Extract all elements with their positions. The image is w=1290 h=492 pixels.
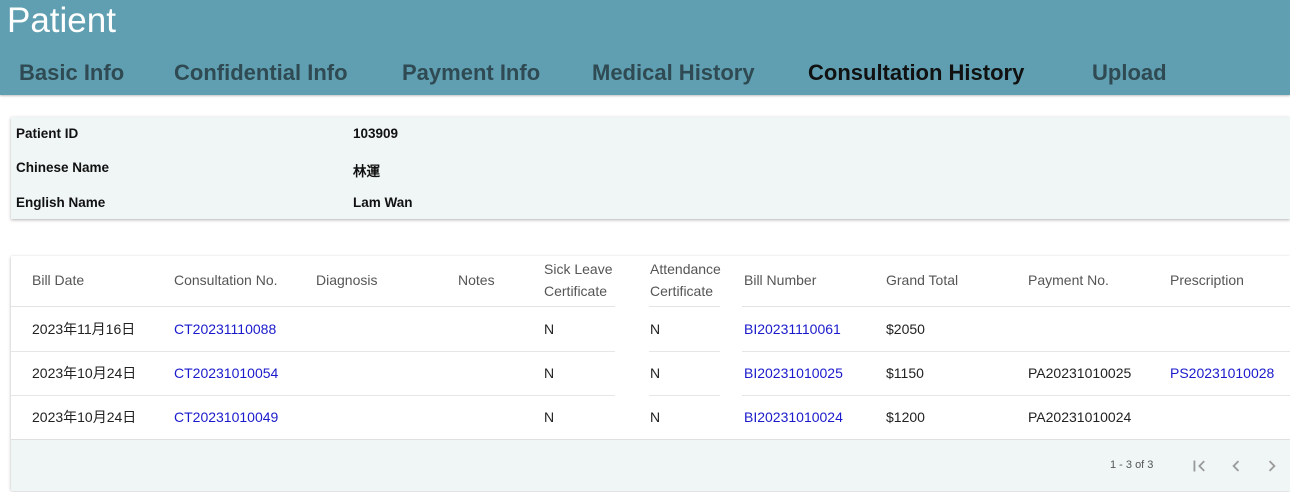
cell-bill-number-link[interactable]: BI20231110061 bbox=[744, 307, 841, 351]
column-gap bbox=[720, 306, 742, 439]
chinese-name-row: Chinese Name 林運 bbox=[11, 160, 1290, 180]
cell-consultation-link[interactable]: CT20231010049 bbox=[174, 395, 278, 439]
cell-consultation-link[interactable]: CT20231110088 bbox=[174, 307, 276, 351]
cell-prescription-link[interactable]: PS20231010028 bbox=[1170, 351, 1274, 395]
column-bill-date[interactable]: Bill Date bbox=[32, 269, 84, 291]
table-row: 2023年10月24日 CT20231010049 N N BI20231010… bbox=[11, 395, 1290, 440]
cell-bill-number-link[interactable]: BI20231010024 bbox=[744, 395, 843, 439]
cell-grand-total: $1150 bbox=[886, 365, 924, 381]
tab-bar: Basic Info Confidential Info Payment Inf… bbox=[0, 56, 1290, 90]
tab-upload[interactable]: Upload bbox=[1092, 56, 1167, 90]
cell-bill-date: 2023年11月16日 bbox=[32, 321, 136, 337]
patient-info-card: Patient ID 103909 Chinese Name 林運 Englis… bbox=[11, 117, 1290, 219]
table-pagination: 1 - 3 of 3 bbox=[11, 439, 1290, 491]
tab-confidential-info[interactable]: Confidential Info bbox=[174, 56, 348, 90]
chinese-name-label: Chinese Name bbox=[16, 160, 110, 175]
column-diagnosis[interactable]: Diagnosis bbox=[316, 269, 377, 291]
column-attendance-line1[interactable]: Attendance bbox=[650, 258, 721, 280]
app-header: Patient Basic Info Confidential Info Pay… bbox=[0, 0, 1290, 95]
cell-sick-leave: N bbox=[544, 365, 555, 381]
chevron-left-icon[interactable] bbox=[1225, 455, 1247, 477]
column-sick-leave-line1[interactable]: Sick Leave bbox=[544, 258, 612, 280]
table-header: Bill Date Consultation No. Diagnosis Not… bbox=[11, 256, 1290, 307]
column-prescription[interactable]: Prescription bbox=[1170, 269, 1244, 291]
english-name-label: English Name bbox=[16, 195, 106, 210]
patient-id-value: 103909 bbox=[353, 126, 399, 141]
column-attendance-line2[interactable]: Certificate bbox=[650, 280, 713, 302]
table-row: 2023年11月16日 CT20231110088 N N BI20231110… bbox=[11, 307, 1290, 352]
cell-grand-total: $2050 bbox=[886, 321, 925, 337]
cell-bill-number-link[interactable]: BI20231010025 bbox=[744, 351, 843, 395]
english-name-row: English Name Lam Wan bbox=[11, 195, 1290, 215]
column-notes[interactable]: Notes bbox=[458, 269, 495, 291]
column-sick-leave-line2[interactable]: Certificate bbox=[544, 280, 607, 302]
cell-attendance: N bbox=[650, 409, 661, 425]
tab-consultation-history[interactable]: Consultation History bbox=[808, 56, 1024, 90]
tab-medical-history[interactable]: Medical History bbox=[592, 56, 755, 90]
cell-attendance: N bbox=[650, 321, 661, 337]
cell-bill-date: 2023年10月24日 bbox=[32, 409, 137, 425]
app-title: Patient bbox=[7, 1, 116, 40]
cell-grand-total: $1200 bbox=[886, 409, 925, 425]
column-consultation-no[interactable]: Consultation No. bbox=[174, 269, 278, 291]
first-page-icon[interactable] bbox=[1188, 455, 1210, 477]
chinese-name-value: 林運 bbox=[353, 164, 380, 179]
cell-payment-no: PA20231010025 bbox=[1028, 365, 1132, 381]
table-row: 2023年10月24日 CT20231010054 N N BI20231010… bbox=[11, 351, 1290, 396]
column-grand-total[interactable]: Grand Total bbox=[886, 269, 958, 291]
cell-sick-leave: N bbox=[544, 321, 555, 337]
cell-payment-no: PA20231010024 bbox=[1028, 409, 1132, 425]
tab-payment-info[interactable]: Payment Info bbox=[402, 56, 540, 90]
tab-basic-info[interactable]: Basic Info bbox=[19, 56, 124, 90]
cell-bill-date: 2023年10月24日 bbox=[32, 365, 137, 381]
patient-id-label: Patient ID bbox=[16, 126, 79, 141]
column-payment-no[interactable]: Payment No. bbox=[1028, 269, 1109, 291]
consultation-table: Bill Date Consultation No. Diagnosis Not… bbox=[11, 256, 1290, 491]
patient-id-row: Patient ID 103909 bbox=[11, 126, 1290, 146]
cell-consultation-link[interactable]: CT20231010054 bbox=[174, 351, 278, 395]
pagination-range: 1 - 3 of 3 bbox=[1110, 459, 1154, 471]
column-gap bbox=[615, 306, 649, 439]
english-name-value: Lam Wan bbox=[353, 195, 413, 210]
column-bill-number[interactable]: Bill Number bbox=[744, 269, 816, 291]
cell-attendance: N bbox=[650, 365, 661, 381]
chevron-right-icon[interactable] bbox=[1261, 455, 1283, 477]
cell-sick-leave: N bbox=[544, 409, 555, 425]
